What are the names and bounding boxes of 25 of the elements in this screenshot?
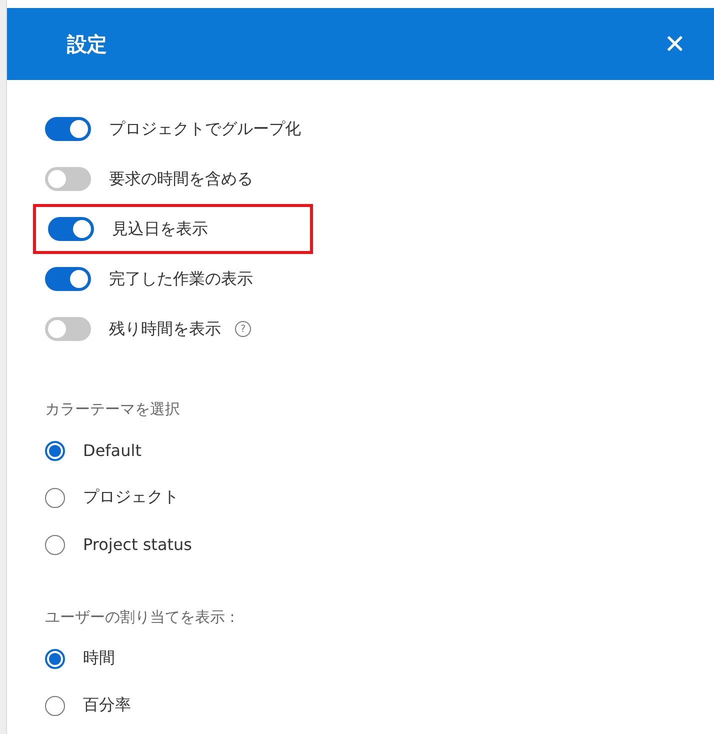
radio-button[interactable] [45, 648, 65, 668]
toggle-label: 残り時間を表示 [109, 318, 221, 340]
toggle-switch[interactable] [48, 217, 94, 241]
toggle-switch[interactable] [45, 167, 91, 191]
section-label: ユーザーの割り当てを表示 : [45, 608, 236, 627]
radio-label: Default [83, 441, 142, 460]
radio-button[interactable] [45, 440, 65, 460]
help-icon[interactable]: ? [235, 321, 251, 337]
panel-title: 設定 [67, 30, 107, 58]
toggle-label: プロジェクトでグループ化 [109, 118, 301, 140]
radio-button[interactable] [45, 534, 65, 554]
toggle-label: 完了した作業の表示 [109, 268, 253, 290]
radio-label: プロジェクト [83, 487, 179, 508]
radio-button[interactable] [45, 488, 65, 508]
toggle-label: 要求の時間を含める [109, 168, 253, 190]
radio-label: Project status [83, 535, 192, 554]
close-button[interactable]: ✕ [664, 28, 686, 60]
radio-label: 百分率 [83, 695, 131, 716]
toggle-label: 見込日を表示 [112, 218, 208, 240]
toggle-switch[interactable] [45, 267, 91, 291]
toggle-switch[interactable] [45, 317, 91, 341]
section-label: カラーテーマを選択 [45, 400, 181, 419]
radio-label: 時間 [83, 648, 115, 669]
toggle-switch[interactable] [45, 117, 91, 141]
radio-button[interactable] [45, 696, 65, 716]
